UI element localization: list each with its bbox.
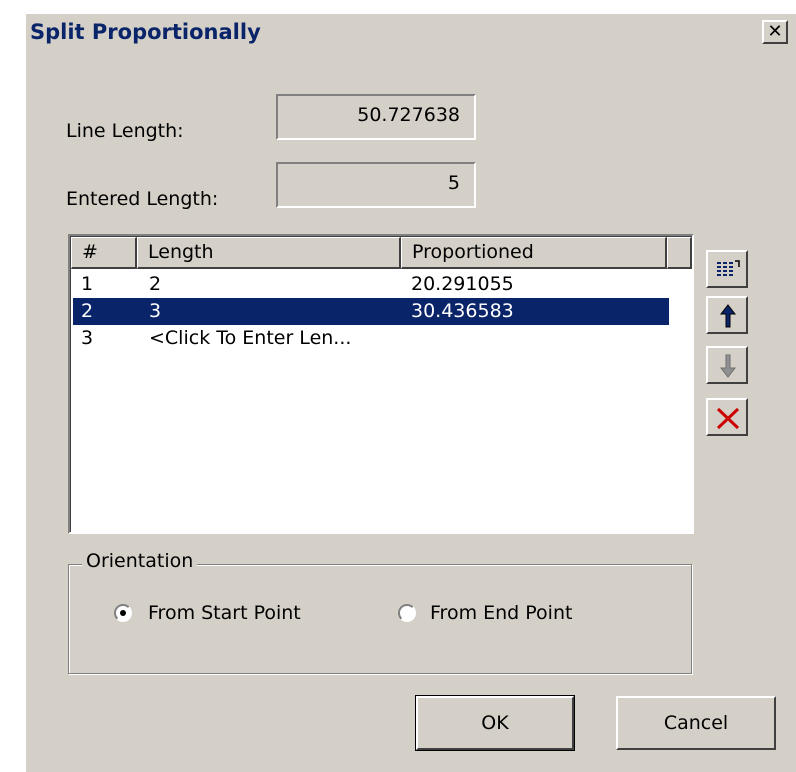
from-start-point-label[interactable]: From Start Point (148, 602, 301, 624)
column-header-length[interactable]: Length (137, 237, 401, 269)
dialog-title: Split Proportionally (30, 20, 261, 44)
column-header-filler (667, 237, 692, 269)
from-end-point-label[interactable]: From End Point (430, 602, 572, 624)
cancel-button[interactable]: Cancel (616, 696, 776, 750)
table-row-selected[interactable]: 2 3 30.436583 (73, 298, 669, 325)
column-header-proportioned[interactable]: Proportioned (401, 237, 667, 269)
radio-from-start-point[interactable] (114, 604, 132, 622)
entered-length-label: Entered Length: (66, 188, 219, 210)
orientation-legend: Orientation (82, 550, 198, 572)
ok-button[interactable]: OK (415, 695, 575, 751)
line-length-field: 50.727638 (276, 94, 476, 140)
delete-button[interactable] (706, 398, 748, 436)
line-length-label: Line Length: (66, 120, 184, 142)
row-number: 1 (81, 273, 94, 295)
row-number: 3 (81, 327, 94, 349)
table-row-new-entry[interactable]: 3 <Click To Enter Len... (73, 325, 669, 352)
radio-from-end-point[interactable] (398, 604, 416, 622)
row-number: 2 (81, 300, 94, 322)
table-row[interactable]: 1 2 20.291055 (73, 271, 669, 298)
row-proportioned: 20.291055 (411, 273, 514, 295)
title-bar[interactable]: Split Proportionally ✕ (26, 14, 796, 56)
split-proportionally-dialog: Split Proportionally ✕ Line Length: 50.7… (26, 14, 796, 772)
move-down-button[interactable] (706, 346, 748, 384)
row-length: 3 (149, 300, 162, 322)
row-proportioned: 30.436583 (411, 300, 514, 322)
move-up-button[interactable] (706, 296, 748, 334)
row-length: 2 (149, 273, 162, 295)
close-button[interactable]: ✕ (762, 20, 788, 44)
entered-length-field: 5 (276, 162, 476, 208)
close-icon: ✕ (767, 21, 783, 42)
length-table[interactable]: # Length Proportioned 1 2 20.291055 2 3 … (68, 234, 694, 534)
radio-checked-dot (120, 610, 126, 616)
row-length-placeholder: <Click To Enter Len... (149, 327, 352, 349)
reorder-list-button[interactable] (706, 250, 748, 288)
column-header-number[interactable]: # (71, 237, 137, 269)
